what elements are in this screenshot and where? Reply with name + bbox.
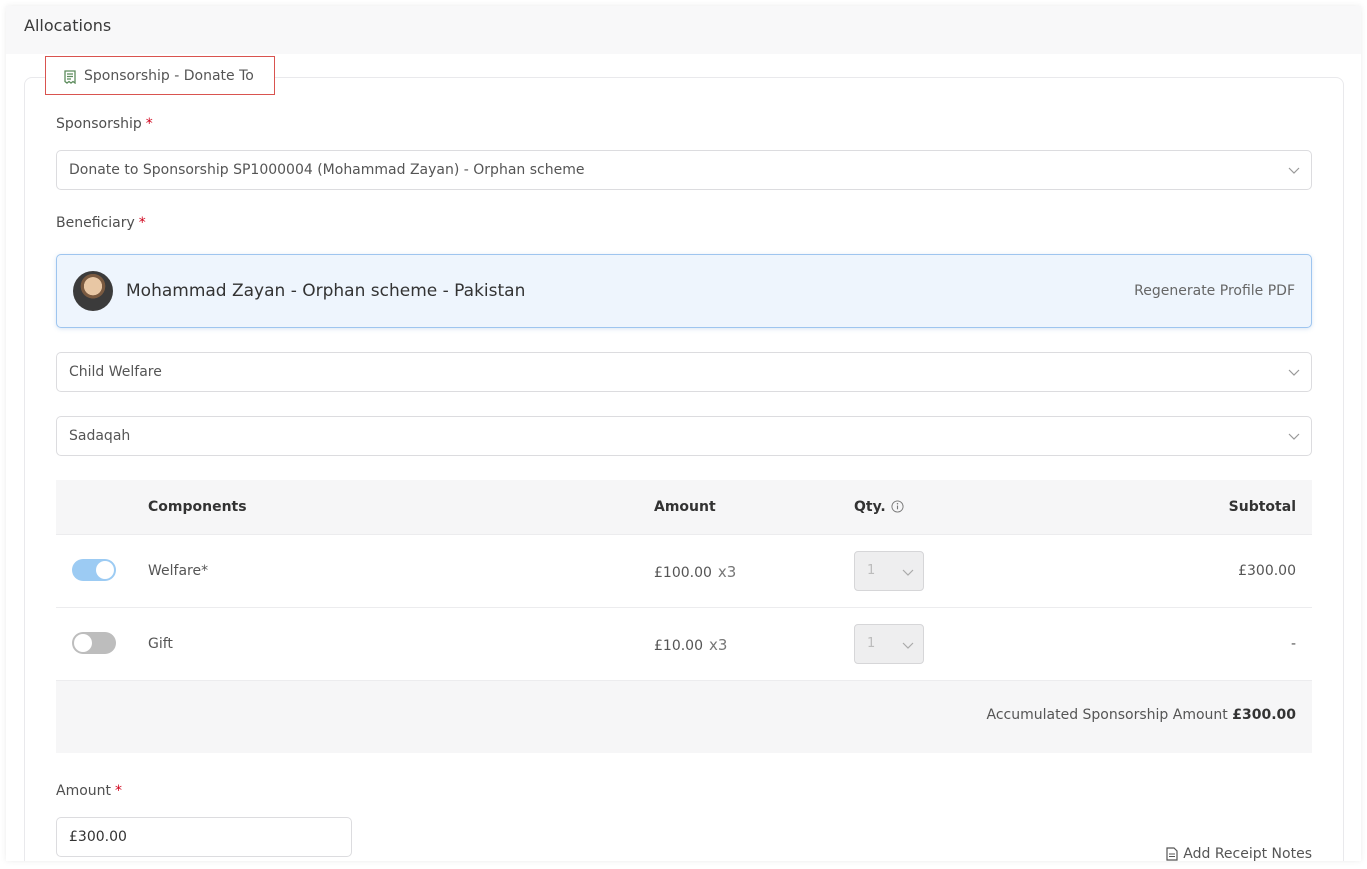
accumulated-value: £300.00	[1232, 707, 1296, 723]
components-table: Components Amount Qty. Subtotal Welfare*…	[56, 480, 1312, 753]
donation-type-selected-value: Sadaqah	[69, 428, 131, 444]
header-amount: Amount	[654, 499, 716, 515]
amount-value: £100.00	[654, 565, 712, 581]
donation-type-select[interactable]: Sadaqah	[56, 416, 1312, 456]
chevron-down-icon	[1288, 433, 1300, 440]
receipt-icon	[64, 69, 76, 84]
component-name: Gift	[148, 636, 173, 652]
chevron-down-icon	[902, 642, 914, 649]
qty-value: 1	[867, 636, 876, 651]
beneficiary-name: Mohammad Zayan - Orphan scheme - Pakista…	[126, 281, 526, 301]
multiplier: x3	[717, 563, 737, 581]
multiplier: x3	[709, 636, 728, 654]
table-row: Gift £10.00 x3 1 -	[56, 608, 1312, 681]
accumulated-label: Accumulated Sponsorship Amount	[986, 707, 1228, 723]
required-mark: *	[138, 215, 146, 231]
avatar	[73, 271, 113, 311]
component-subtotal: £300.00	[1238, 563, 1296, 579]
chevron-down-icon	[902, 569, 914, 576]
required-mark: *	[115, 783, 123, 799]
component-amount: £10.00 x3	[654, 636, 727, 654]
accumulated-amount: Accumulated Sponsorship Amount £300.00	[987, 707, 1296, 723]
section-title: Allocations	[24, 16, 112, 35]
sponsorship-label: Sponsorship *	[56, 116, 153, 132]
receipt-notes-label: Add Receipt Notes	[1183, 846, 1312, 861]
allocations-panel: Allocations Sponsorship - Donate To Spon…	[6, 6, 1361, 861]
beneficiary-label: Beneficiary *	[56, 215, 146, 231]
regenerate-profile-pdf-link[interactable]: Regenerate Profile PDF	[1134, 283, 1295, 299]
required-mark: *	[145, 116, 153, 132]
beneficiary-card[interactable]: Mohammad Zayan - Orphan scheme - Pakista…	[56, 254, 1312, 328]
component-toggle[interactable]	[72, 559, 116, 581]
sponsorship-label-text: Sponsorship	[56, 116, 142, 132]
component-toggle[interactable]	[72, 632, 116, 654]
section-header: Allocations	[6, 6, 1361, 54]
info-icon[interactable]	[891, 500, 904, 513]
accumulated-row: Accumulated Sponsorship Amount £300.00	[56, 681, 1312, 753]
beneficiary-label-text: Beneficiary	[56, 215, 135, 231]
sponsorship-selected-value: Donate to Sponsorship SP1000004 (Mohamma…	[69, 162, 585, 178]
toggle-knob	[96, 561, 114, 579]
category-select[interactable]: Child Welfare	[56, 352, 1312, 392]
category-selected-value: Child Welfare	[69, 364, 162, 380]
header-qty-text: Qty.	[854, 499, 886, 515]
chevron-down-icon	[1288, 369, 1300, 376]
table-row: Welfare* £100.00 x3 1 £300.00	[56, 535, 1312, 608]
header-components: Components	[148, 499, 247, 515]
legend-label: Sponsorship - Donate To	[84, 67, 254, 84]
header-qty: Qty.	[854, 499, 904, 515]
amount-label-text: Amount	[56, 783, 112, 799]
component-name: Welfare*	[148, 563, 209, 579]
amount-value: £10.00	[654, 638, 703, 654]
header-subtotal: Subtotal	[1228, 499, 1296, 515]
component-amount: £100.00 x3	[654, 563, 736, 581]
chevron-down-icon	[1288, 167, 1300, 174]
toggle-knob	[74, 634, 92, 652]
document-icon	[1166, 847, 1178, 861]
component-subtotal: -	[1290, 636, 1296, 652]
qty-select[interactable]: 1	[854, 624, 924, 664]
sponsorship-legend: Sponsorship - Donate To	[45, 56, 275, 95]
qty-value: 1	[867, 563, 876, 578]
sponsorship-select[interactable]: Donate to Sponsorship SP1000004 (Mohamma…	[56, 150, 1312, 190]
amount-label: Amount *	[56, 783, 122, 799]
table-header: Components Amount Qty. Subtotal	[56, 480, 1312, 535]
qty-select[interactable]: 1	[854, 551, 924, 591]
amount-input[interactable]	[56, 817, 352, 857]
add-receipt-notes-link[interactable]: Add Receipt Notes	[1166, 846, 1312, 861]
